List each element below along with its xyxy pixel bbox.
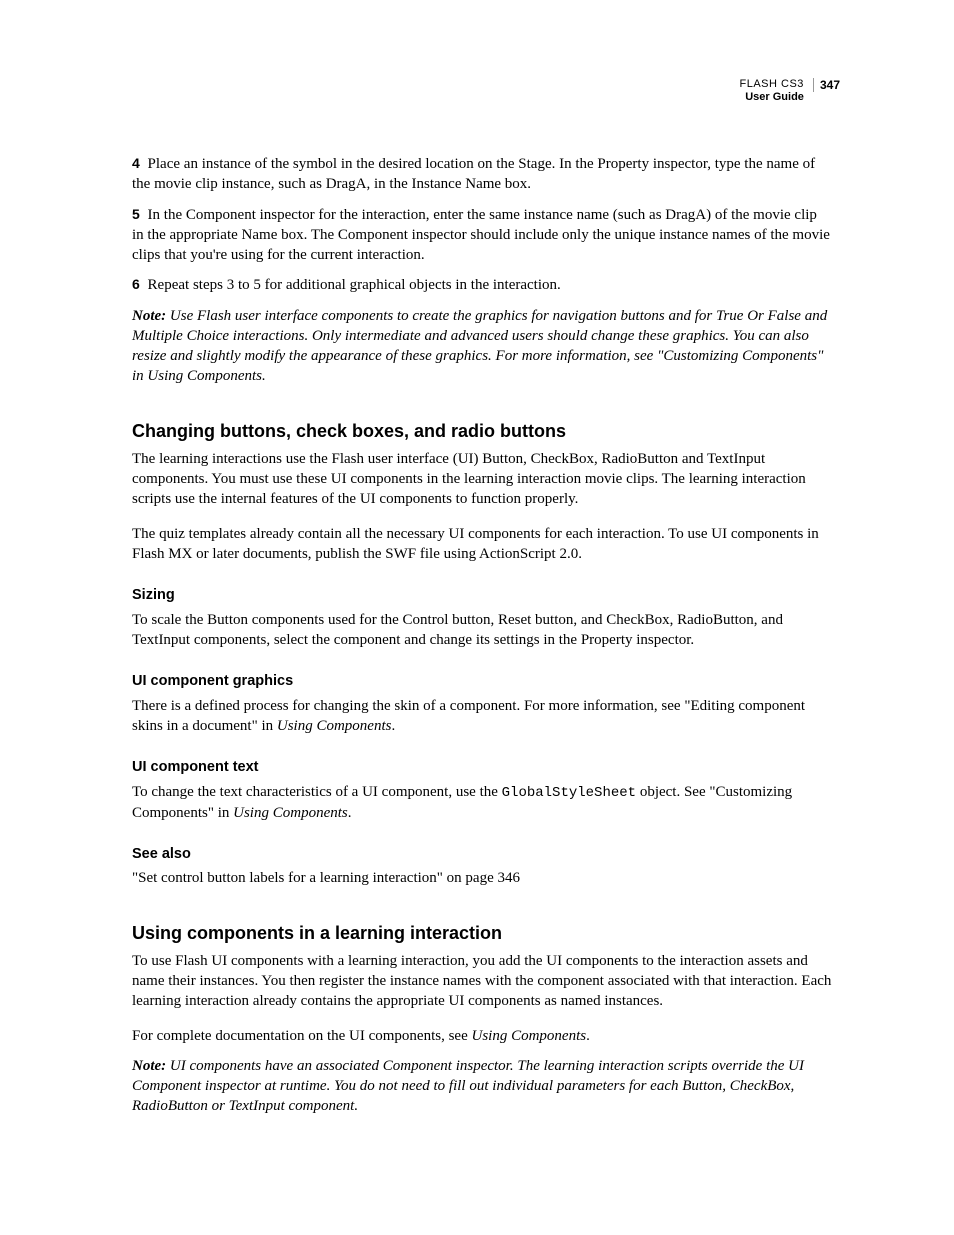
note-label: Note: (132, 308, 166, 324)
step-text: Place an instance of the symbol in the d… (132, 156, 815, 192)
graphics-p-ital: Using Components (277, 718, 392, 734)
text-p-ital: Using Components (233, 805, 348, 821)
step-text: In the Component inspector for the inter… (132, 207, 830, 264)
heading-sizing: Sizing (132, 586, 832, 606)
step-4: 4 Place an instance of the symbol in the… (132, 154, 832, 195)
graphics-p-post: . (391, 718, 395, 734)
text-p-code: GlobalStyleSheet (502, 785, 636, 801)
heading-using: Using components in a learning interacti… (132, 921, 832, 945)
using-p2-ital: Using Components (472, 1028, 587, 1044)
step-text: Repeat steps 3 to 5 for additional graph… (148, 277, 561, 293)
note-1: Note: Use Flash user interface component… (132, 306, 832, 387)
note-body: UI components have an associated Compone… (132, 1058, 804, 1115)
changing-p1: The learning interactions use the Flash … (132, 449, 832, 510)
sizing-p: To scale the Button components used for … (132, 610, 832, 651)
text-p-pre: To change the text characteristics of a … (132, 784, 502, 800)
note-2: Note: UI components have an associated C… (132, 1056, 832, 1117)
graphics-p-pre: There is a defined process for changing … (132, 698, 805, 734)
heading-text: UI component text (132, 758, 832, 778)
header-guide: User Guide (745, 91, 804, 103)
changing-p2: The quiz templates already contain all t… (132, 524, 832, 565)
using-p1: To use Flash UI components with a learni… (132, 951, 832, 1012)
step-number: 5 (132, 206, 140, 222)
step-number: 6 (132, 276, 140, 292)
graphics-p: There is a defined process for changing … (132, 696, 832, 737)
heading-changing: Changing buttons, check boxes, and radio… (132, 419, 832, 443)
header-product: FLASH CS3 (739, 78, 803, 90)
note-body: Use Flash user interface components to c… (132, 308, 827, 385)
using-p2-pre: For complete documentation on the UI com… (132, 1028, 472, 1044)
step-number: 4 (132, 155, 140, 171)
heading-graphics: UI component graphics (132, 672, 832, 692)
page-number: 347 (813, 78, 840, 92)
text-p-post: . (348, 805, 352, 821)
using-p2-post: . (586, 1028, 590, 1044)
running-header: FLASH CS3 User Guide 347 (0, 78, 840, 104)
step-5: 5 In the Component inspector for the int… (132, 205, 832, 266)
see-also-link[interactable]: "Set control button labels for a learnin… (132, 868, 832, 888)
step-6: 6 Repeat steps 3 to 5 for additional gra… (132, 275, 832, 295)
header-left-block: FLASH CS3 User Guide (739, 78, 803, 104)
text-p: To change the text characteristics of a … (132, 782, 832, 823)
note-label: Note: (132, 1058, 166, 1074)
using-p2: For complete documentation on the UI com… (132, 1026, 832, 1046)
page-content: 4 Place an instance of the symbol in the… (132, 154, 832, 1127)
heading-see-also: See also (132, 845, 832, 865)
document-page: FLASH CS3 User Guide 347 4 Place an inst… (0, 0, 954, 1235)
